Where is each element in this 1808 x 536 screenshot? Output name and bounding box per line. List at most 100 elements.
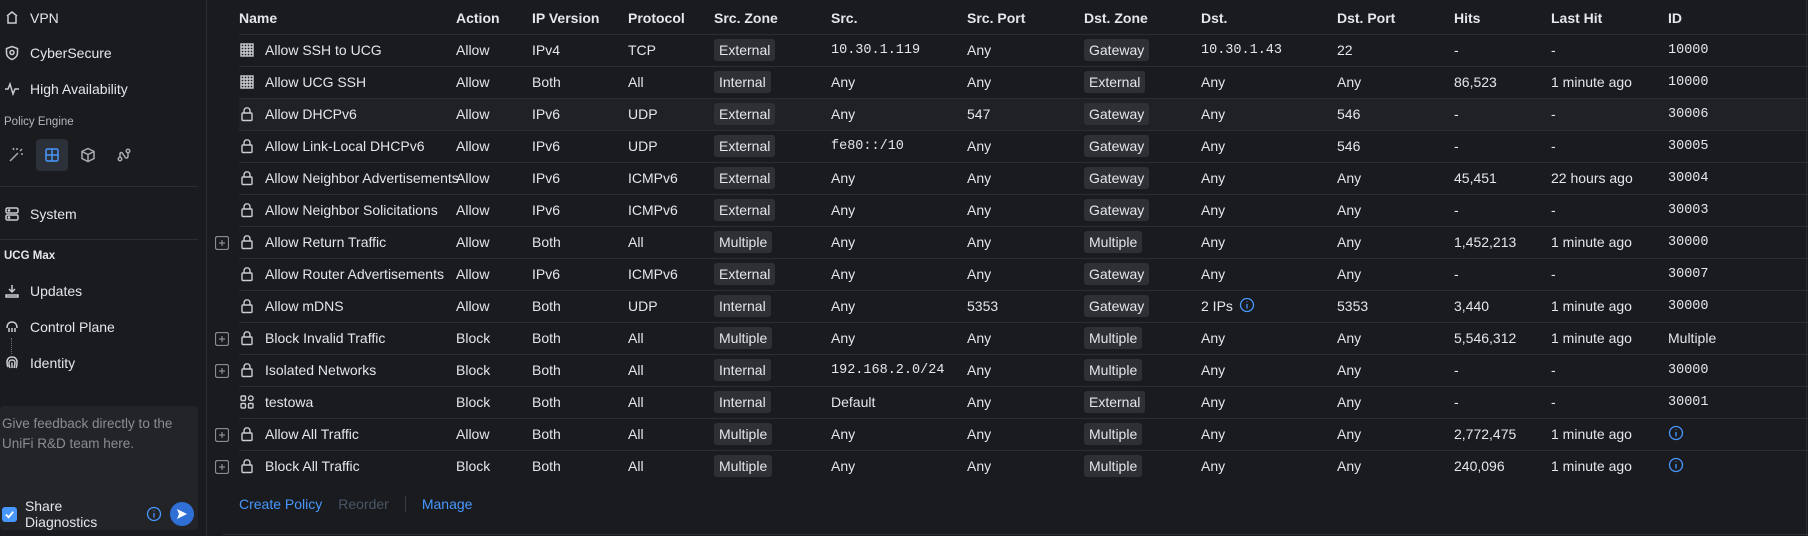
column-header-src-port[interactable]: Src. Port: [967, 2, 1084, 34]
table-row[interactable]: Allow Return Traffic Allow Both All Multiple…: [214, 226, 1808, 258]
manage-link[interactable]: Manage: [422, 496, 473, 512]
column-header-dst-zone[interactable]: Dst. Zone: [1084, 2, 1201, 34]
cell-name: Allow UCG SSH: [239, 66, 456, 98]
table-row[interactable]: Allow Link-Local DHCPv6 Allow IPv6 UDP Exter…: [239, 130, 1808, 162]
table-row[interactable]: Allow SSH to UCG Allow IPv4 TCP External 10.3…: [239, 34, 1808, 66]
pe-button-wand[interactable]: [0, 139, 32, 171]
table-row[interactable]: Allow UCG SSH Allow Both All Internal Any Any E…: [239, 66, 1808, 98]
table-row[interactable]: Allow mDNS Allow Both UDP Internal Any 5353 Gat…: [239, 290, 1808, 322]
cell-dst: Any: [1201, 330, 1226, 346]
cell-ip-version: Both: [532, 330, 561, 346]
cell-id: 30000: [1668, 298, 1709, 314]
table-row[interactable]: Block Invalid Traffic Block Both All Multipl…: [214, 322, 1808, 354]
table-row[interactable]: Allow DHCPv6 Allow IPv6 UDP External Any 547 Ga…: [239, 98, 1808, 130]
cell-dst-port: 546: [1337, 106, 1361, 122]
zone-chip: Multiple: [714, 455, 773, 478]
cell-src-port: 547: [967, 106, 991, 122]
policy-name[interactable]: Allow Neighbor Advertisements: [265, 170, 459, 186]
table-row[interactable]: testowa Block Both All Internal Default Any Ext…: [239, 386, 1808, 418]
table-row[interactable]: Allow Router Advertisements Allow IPv6 ICMP…: [239, 258, 1808, 290]
cell-action: Allow: [456, 298, 490, 314]
expand-row-icon[interactable]: [214, 331, 230, 346]
cell-dst: Any: [1201, 362, 1226, 378]
policy-name[interactable]: Allow Router Advertisements: [265, 266, 444, 282]
cell-dst-zone: Gateway: [1084, 290, 1201, 322]
cell-hits: 1,452,213: [1454, 234, 1517, 250]
nav-control-plane[interactable]: Control Plane: [0, 314, 115, 340]
reorder-link[interactable]: Reorder: [338, 496, 389, 512]
pe-button-zones[interactable]: [36, 139, 68, 171]
cell-ip-version: IPv6: [532, 202, 561, 218]
column-header-src[interactable]: Src.: [831, 2, 967, 34]
nav-high-availability[interactable]: High Availability: [0, 76, 128, 102]
table-row[interactable]: Block All Traffic Block Both All Multiple Any…: [214, 450, 1808, 482]
pe-button-objects[interactable]: [72, 139, 104, 171]
expand-row-icon[interactable]: [214, 235, 230, 250]
cell-hits: -: [1454, 394, 1459, 410]
nav-updates[interactable]: Updates: [0, 278, 82, 304]
policy-name-wrap: Allow SSH to UCG: [239, 42, 456, 58]
panel-border-bottom: [223, 534, 1808, 535]
column-header-ip-version[interactable]: IP Version: [532, 2, 628, 34]
policy-name[interactable]: Allow DHCPv6: [265, 106, 357, 122]
pe-button-routes[interactable]: [108, 139, 140, 171]
policy-engine-toolbar: [0, 139, 140, 171]
info-icon[interactable]: [1668, 457, 1684, 473]
cell-hits: 2,772,475: [1454, 426, 1517, 442]
cell-id: 30000: [1668, 234, 1709, 250]
policy-name-wrap: Allow UCG SSH: [239, 74, 456, 90]
column-header-id[interactable]: ID: [1668, 2, 1808, 34]
column-header-src-zone[interactable]: Src. Zone: [714, 2, 831, 34]
cell-dst-zone: Multiple: [1084, 354, 1201, 386]
nav-identity[interactable]: Identity: [0, 350, 75, 376]
cell-id: 10000: [1668, 74, 1709, 90]
column-header-dst-port[interactable]: Dst. Port: [1337, 2, 1454, 34]
info-icon[interactable]: [1668, 425, 1684, 441]
cell-id: 30000: [1668, 362, 1709, 378]
cell-protocol: All: [628, 394, 644, 410]
nav-cybersecure[interactable]: CyberSecure: [0, 40, 112, 66]
table-row[interactable]: Isolated Networks Block Both All Internal 192…: [214, 354, 1808, 386]
policy-name[interactable]: Block All Traffic: [265, 458, 360, 474]
lock-icon: [239, 266, 255, 282]
expand-row-icon[interactable]: [214, 459, 230, 474]
policy-name[interactable]: testowa: [265, 394, 313, 410]
policy-name[interactable]: Allow Return Traffic: [265, 234, 386, 250]
cell-src-zone: External: [714, 258, 831, 290]
zone-chip: External: [714, 263, 776, 285]
nav-vpn[interactable]: VPN: [0, 5, 59, 31]
expand-row-icon[interactable]: [214, 427, 230, 442]
policy-name[interactable]: Allow Link-Local DHCPv6: [265, 138, 425, 154]
column-header-name[interactable]: Name: [239, 2, 456, 34]
policy-name[interactable]: Block Invalid Traffic: [265, 330, 385, 346]
policy-name[interactable]: Allow All Traffic: [265, 426, 359, 442]
send-feedback-button[interactable]: [170, 502, 194, 526]
policy-name[interactable]: Allow UCG SSH: [265, 74, 366, 90]
info-icon[interactable]: [1239, 297, 1255, 316]
policy-name[interactable]: Allow mDNS: [265, 298, 344, 314]
cell-ip-version: Both: [532, 426, 561, 442]
expand-row-icon[interactable]: [214, 363, 230, 378]
cell-src-port: 5353: [967, 298, 999, 314]
policy-name[interactable]: Allow SSH to UCG: [265, 42, 382, 58]
create-policy-link[interactable]: Create Policy: [239, 496, 322, 512]
cell-src: Any: [831, 426, 856, 442]
table-row[interactable]: Allow Neighbor Advertisements Allow IPv6 IC…: [239, 162, 1808, 194]
column-header-dst[interactable]: Dst.: [1201, 2, 1337, 34]
policy-name[interactable]: Allow Neighbor Solicitations: [265, 202, 438, 218]
policy-name[interactable]: Isolated Networks: [265, 362, 376, 378]
column-header-protocol[interactable]: Protocol: [628, 2, 714, 34]
cell-dst-port: Any: [1337, 170, 1362, 186]
nav-system[interactable]: System: [0, 201, 77, 227]
cell-src-zone: External: [714, 130, 831, 162]
table-row[interactable]: Allow All Traffic Allow Both All Multiple Any…: [214, 418, 1808, 450]
cell-last-hit: 1 minute ago: [1551, 458, 1632, 475]
column-header-last-hit[interactable]: Last Hit: [1551, 2, 1668, 34]
column-header-hits[interactable]: Hits: [1454, 2, 1551, 34]
column-header-action[interactable]: Action: [456, 2, 532, 34]
table-row[interactable]: Allow Neighbor Solicitations Allow IPv6 ICM…: [239, 194, 1808, 226]
lock-icon: [239, 330, 255, 346]
fingerprint-icon: [6, 356, 18, 369]
info-icon[interactable]: [146, 506, 162, 522]
share-diagnostics-checkbox[interactable]: [2, 506, 17, 522]
